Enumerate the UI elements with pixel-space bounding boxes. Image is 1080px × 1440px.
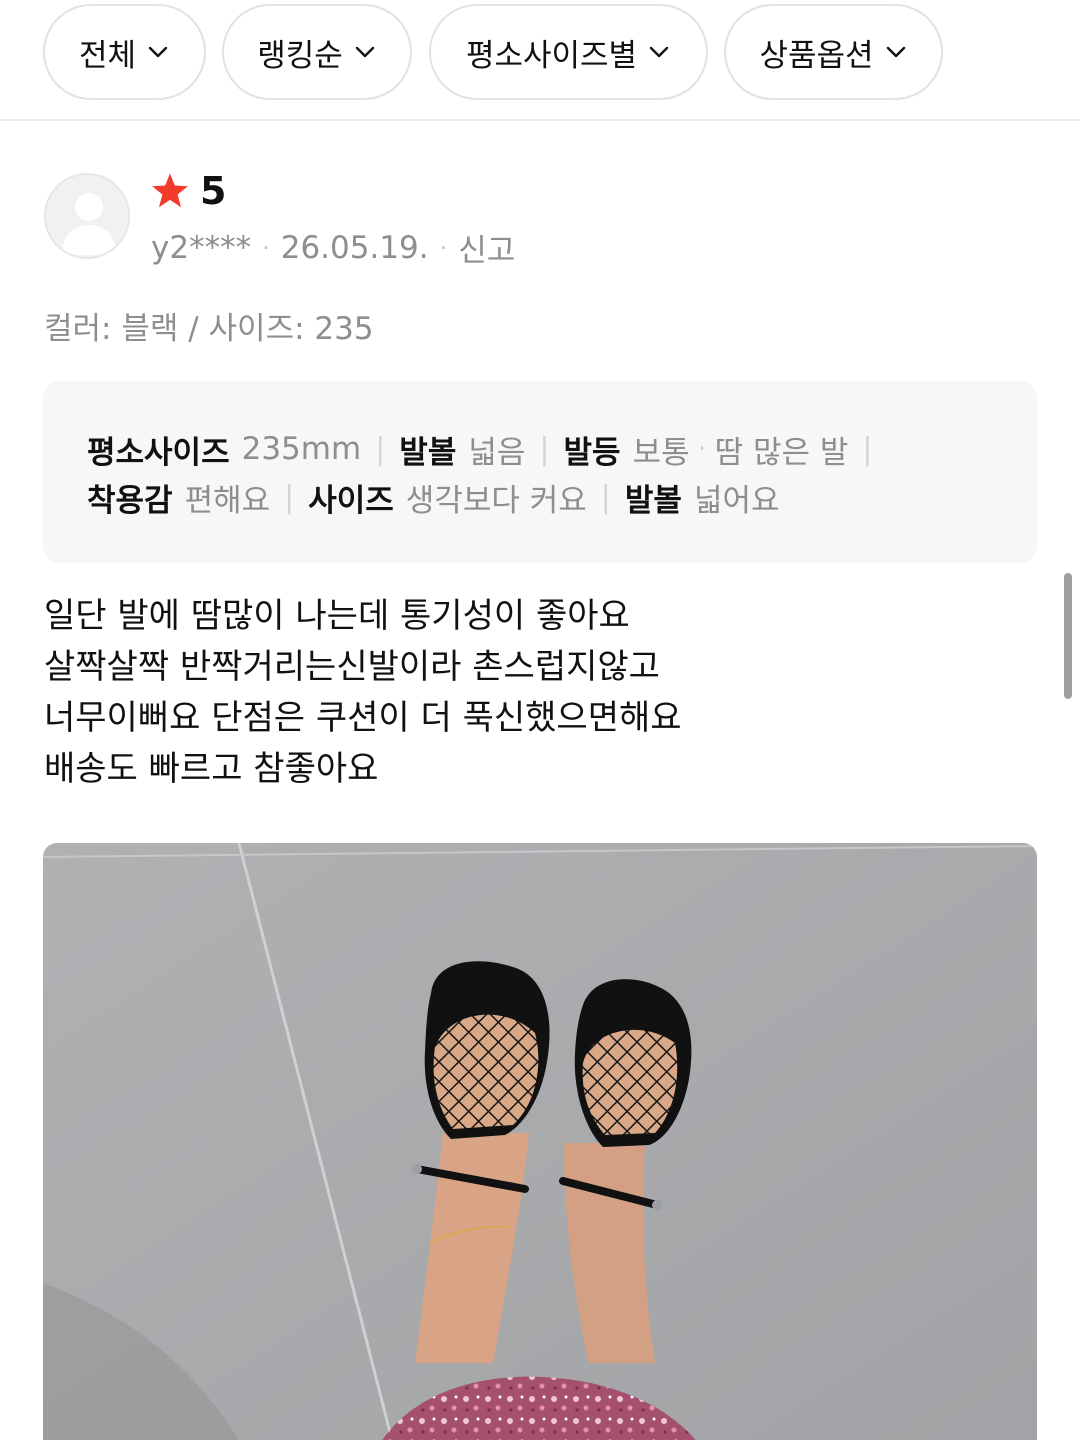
review-photo[interactable]: [43, 843, 1037, 1440]
size-info-value: 넓음: [468, 434, 526, 471]
meta-separator: ·: [439, 233, 448, 262]
filter-label: 상품옵션: [759, 37, 874, 74]
rating-score: 5: [200, 169, 227, 213]
filter-product-option[interactable]: 상품옵션: [724, 4, 943, 100]
size-info-value: 보통: [632, 434, 690, 471]
review-text-line: 배송도 빠르고 참좋아요: [44, 749, 379, 789]
filter-normal-size[interactable]: 평소사이즈별: [429, 4, 708, 100]
size-info-box: 평소사이즈 235mm | 발볼 넓음 | 발등 보통 · 땀 많은 발 | 착…: [43, 381, 1037, 563]
chevron-down-icon: [355, 46, 374, 58]
size-info-value: 생각보다 커요: [405, 482, 587, 519]
rating: 5: [150, 169, 226, 213]
meta-separator: ·: [262, 233, 270, 262]
size-info-value: 235mm: [241, 431, 362, 467]
review-text-line: 살짝살짝 반짝거리는신발이라 촌스럽지않고: [44, 647, 660, 687]
filter-label: 전체: [78, 37, 137, 74]
review-text-line: 일단 발에 땀많이 나는데 통기성이 좋아요: [44, 596, 630, 636]
chevron-down-icon: [649, 46, 669, 58]
avatar[interactable]: [44, 173, 130, 259]
review-photo-image: [43, 843, 1037, 1440]
chevron-down-icon: [148, 46, 168, 58]
size-info-value: 편해요: [184, 482, 271, 519]
filter-label: 평소사이즈별: [465, 37, 638, 74]
default-user-icon: [46, 175, 128, 257]
filter-all[interactable]: 전체: [43, 4, 206, 100]
size-info-label: 발볼: [399, 434, 457, 471]
review-text-line: 너무이뻐요 단점은 쿠션이 더 푹신했으면해요: [44, 698, 682, 738]
divider: |: [539, 431, 550, 467]
size-info-value: 땀 많은 발: [714, 434, 849, 471]
divider: |: [284, 479, 295, 515]
filter-bar: 전체 랭킹순 평소사이즈별 상품옵션: [0, 0, 1080, 121]
divider: |: [600, 479, 611, 515]
divider: |: [375, 431, 386, 467]
size-info-line: 평소사이즈 235mm | 발볼 넓음 | 발등 보통 · 땀 많은 발 |: [87, 425, 993, 473]
report-link[interactable]: 신고: [458, 225, 515, 270]
review-date: 26.05.19.: [280, 229, 429, 266]
size-info-label: 사이즈: [308, 482, 394, 519]
purchased-option: 컬러: 블랙 / 사이즈: 235: [44, 311, 374, 347]
divider: |: [862, 431, 873, 467]
star-icon: [152, 173, 188, 208]
size-info-label: 착용감: [87, 482, 173, 519]
review-meta: y2**** · 26.05.19. · 신고: [151, 225, 515, 270]
size-info-line: 착용감 편해요 | 사이즈 생각보다 커요 | 발볼 넓어요: [87, 473, 993, 521]
size-info-label: 발등: [563, 434, 621, 471]
chevron-down-icon: [886, 46, 905, 58]
filter-ranking[interactable]: 랭킹순: [222, 4, 412, 100]
scrollbar[interactable]: [1064, 573, 1072, 699]
size-info-label: 발볼: [624, 482, 682, 519]
divider: ·: [698, 436, 706, 462]
size-info-value: 넓어요: [693, 482, 780, 519]
size-info-label: 평소사이즈: [87, 434, 230, 471]
user-id: y2****: [151, 229, 252, 266]
filter-label: 랭킹순: [257, 37, 343, 74]
review-content: 일단 발에 땀많이 나는데 통기성이 좋아요 살짝살짝 반짝거리는신발이라 촌스…: [44, 591, 682, 795]
